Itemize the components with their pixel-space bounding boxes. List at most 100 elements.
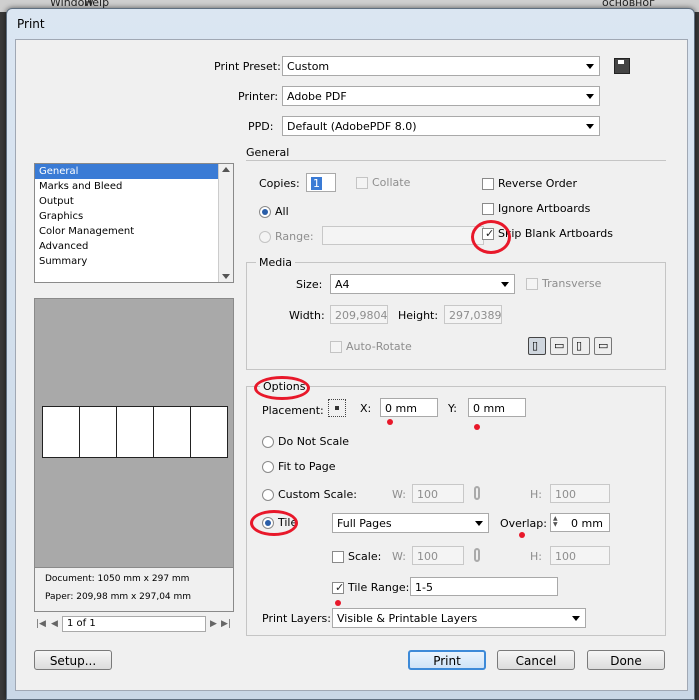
custom-scale-radio[interactable] xyxy=(262,489,274,501)
annotation-dot-y xyxy=(474,424,480,430)
range-field[interactable] xyxy=(322,226,484,245)
copies-field[interactable]: 1 xyxy=(306,173,336,192)
scale-h-field[interactable]: 100 xyxy=(550,546,610,565)
fit-to-page-label: Fit to Page xyxy=(278,460,336,473)
setup-button[interactable]: Setup... xyxy=(34,650,112,670)
print-preview[interactable] xyxy=(34,298,234,568)
sidebar-item-color-management[interactable]: Color Management xyxy=(35,224,233,239)
print-layers-label: Print Layers: xyxy=(262,612,331,625)
ppd-label: PPD: xyxy=(248,120,274,133)
size-select[interactable]: A4 xyxy=(330,274,515,294)
print-preset-value: Custom xyxy=(287,60,330,73)
tile-mode-value: Full Pages xyxy=(337,517,392,530)
scroll-down-icon[interactable] xyxy=(222,274,230,279)
scroll-up-icon[interactable] xyxy=(222,167,230,172)
custom-scale-w-field[interactable]: 100 xyxy=(412,484,464,503)
sidebar-item-graphics[interactable]: Graphics xyxy=(35,209,233,224)
sidebar-item-general[interactable]: General xyxy=(35,164,233,179)
tile-range-label: Tile Range: xyxy=(348,581,410,594)
do-not-scale-label: Do Not Scale xyxy=(278,435,350,448)
copies-value: 1 xyxy=(311,177,322,190)
print-layers-select[interactable]: Visible & Printable Layers xyxy=(332,608,586,628)
print-button[interactable]: Print xyxy=(408,650,486,670)
chevron-down-icon xyxy=(475,521,483,526)
transverse-label: Transverse xyxy=(542,277,602,290)
custom-scale-h-field[interactable]: 100 xyxy=(550,484,610,503)
size-value: A4 xyxy=(335,278,350,291)
landscape-orientation-icon[interactable]: ▭ xyxy=(550,337,568,355)
scale-checkbox[interactable] xyxy=(332,551,344,563)
y-field[interactable]: 0 mm xyxy=(468,398,526,417)
ignore-artboards-label: Ignore Artboards xyxy=(498,202,591,215)
paper-size: Paper: 209,98 mm x 297,04 mm xyxy=(45,592,192,602)
prev-page-icon[interactable]: ◀ xyxy=(51,619,58,629)
printer-label: Printer: xyxy=(238,90,279,103)
sidebar-item-advanced[interactable]: Advanced xyxy=(35,239,233,254)
printer-select[interactable]: Adobe PDF xyxy=(282,86,600,106)
fit-to-page-radio[interactable] xyxy=(262,461,274,473)
flipped-portrait-icon[interactable]: ▯ xyxy=(572,337,590,355)
last-page-icon[interactable]: ▶| xyxy=(221,619,231,629)
first-page-icon[interactable]: |◀ xyxy=(36,619,46,629)
scale-label: Scale: xyxy=(348,550,382,563)
x-field[interactable]: 0 mm xyxy=(380,398,438,417)
y-label: Y: xyxy=(448,402,457,415)
preview-tile xyxy=(79,406,117,458)
list-scrollbar[interactable] xyxy=(218,164,233,282)
sidebar-item-marks-and-bleed[interactable]: Marks and Bleed xyxy=(35,179,233,194)
next-page-icon[interactable]: ▶ xyxy=(210,619,217,629)
ppd-select[interactable]: Default (AdobePDF 8.0) xyxy=(282,116,600,136)
tile-mode-select[interactable]: Full Pages xyxy=(332,513,489,533)
all-radio[interactable] xyxy=(259,206,271,218)
transverse-checkbox[interactable] xyxy=(526,278,538,290)
height-field[interactable]: 297,0389 xyxy=(444,305,502,324)
portrait-orientation-icon[interactable]: ▯ xyxy=(528,337,546,355)
tile-range-checkbox[interactable]: ✓ xyxy=(332,581,345,594)
cancel-button[interactable]: Cancel xyxy=(497,650,575,670)
do-not-scale-radio[interactable] xyxy=(262,436,274,448)
preview-tile xyxy=(153,406,191,458)
dialog-client-area: Print Preset: Custom Printer: Adobe PDF … xyxy=(15,39,688,691)
sidebar-item-output[interactable]: Output xyxy=(35,194,233,209)
ignore-artboards-checkbox[interactable] xyxy=(482,203,494,215)
width-label: Width: xyxy=(289,309,325,322)
overlap-stepper-icon[interactable]: ▲ ▼ xyxy=(553,516,558,528)
range-label: Range: xyxy=(275,230,314,243)
scale-w-label: W: xyxy=(392,550,406,563)
print-preset-label: Print Preset: xyxy=(214,60,281,73)
chevron-down-icon xyxy=(586,64,594,69)
placement-grid-icon[interactable] xyxy=(328,399,346,417)
overlap-field[interactable]: 0 mm xyxy=(550,513,610,532)
width-field[interactable]: 209,9804 xyxy=(330,305,388,324)
height-label: Height: xyxy=(398,309,439,322)
print-preset-select[interactable]: Custom xyxy=(282,56,600,76)
preview-tile xyxy=(190,406,228,458)
flipped-landscape-icon[interactable]: ▭ xyxy=(594,337,612,355)
sidebar-item-summary[interactable]: Summary xyxy=(35,254,233,269)
constrain-proportions-icon[interactable] xyxy=(474,548,480,562)
reverse-order-checkbox[interactable] xyxy=(482,178,494,190)
preview-tile xyxy=(42,406,80,458)
category-list[interactable]: General Marks and Bleed Output Graphics … xyxy=(34,163,234,283)
save-preset-icon[interactable] xyxy=(614,58,630,74)
annotation-dot-overlap xyxy=(519,532,525,538)
page-number-field[interactable]: 1 of 1 xyxy=(62,616,206,632)
range-radio[interactable] xyxy=(259,231,271,243)
chevron-down-icon xyxy=(501,282,509,287)
x-label: X: xyxy=(360,402,372,415)
options-group xyxy=(246,386,666,636)
checkmark-icon: ✓ xyxy=(335,581,345,594)
done-button[interactable]: Done xyxy=(587,650,665,670)
chevron-down-icon xyxy=(572,616,580,621)
tile-range-field[interactable]: 1-5 xyxy=(410,577,558,596)
collate-checkbox[interactable] xyxy=(356,177,368,189)
dialog-title: Print xyxy=(17,17,45,31)
constrain-proportions-icon[interactable] xyxy=(474,486,480,500)
chevron-down-icon xyxy=(586,94,594,99)
media-heading: Media xyxy=(256,256,296,269)
general-divider xyxy=(246,160,666,161)
scale-w-field[interactable]: 100 xyxy=(412,546,464,565)
preview-info-panel: Document: 1050 mm x 297 mm Paper: 209,98… xyxy=(34,568,234,612)
auto-rotate-checkbox[interactable] xyxy=(330,341,342,353)
page-navigator: |◀ ◀ 1 of 1 ▶ ▶| xyxy=(34,616,234,632)
